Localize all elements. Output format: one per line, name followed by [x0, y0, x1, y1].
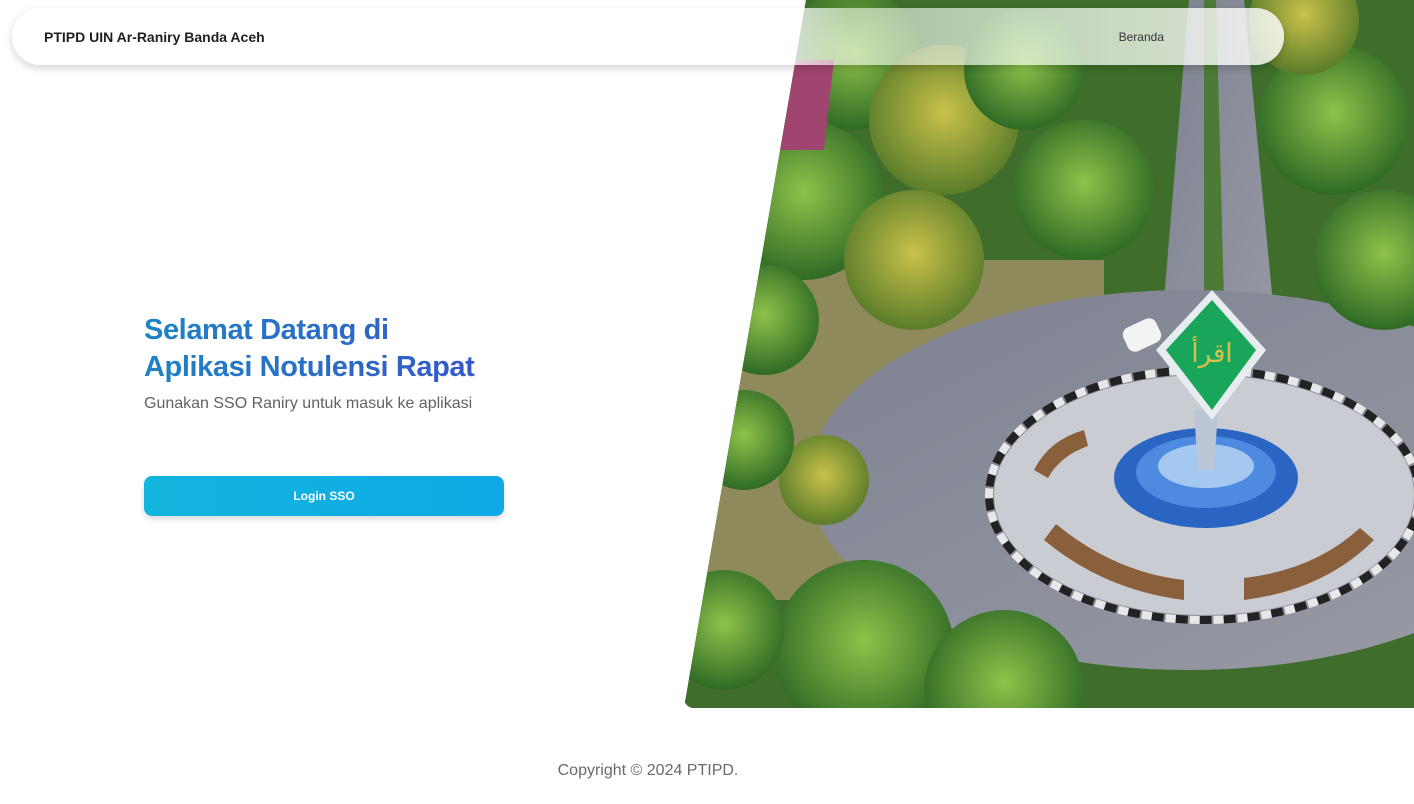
page: اقرأ PTIPD UIN Ar-Raniry Banda Aceh Bera… — [0, 0, 1414, 804]
top-navbar: PTIPD UIN Ar-Raniry Banda Aceh Beranda — [12, 8, 1284, 65]
title-line-1: Selamat Datang di — [144, 314, 389, 346]
campus-aerial-image: اقرأ — [684, 0, 1414, 708]
page-title: Selamat Datang di Aplikasi Notulensi Rap… — [144, 312, 544, 386]
login-sso-button[interactable]: Login SSO — [144, 476, 504, 516]
nav-link-beranda[interactable]: Beranda — [1119, 30, 1164, 44]
hero-section: Selamat Datang di Aplikasi Notulensi Rap… — [144, 312, 544, 413]
monument-text: اقرأ — [1191, 335, 1232, 369]
hero-subtitle: Gunakan SSO Raniry untuk masuk ke aplika… — [144, 395, 473, 412]
footer-copyright: Copyright © 2024 PTIPD. — [557, 762, 739, 779]
brand-link[interactable]: PTIPD UIN Ar-Raniry Banda Aceh — [44, 29, 265, 45]
title-line-2: Aplikasi Notulensi Rapat — [144, 351, 475, 383]
